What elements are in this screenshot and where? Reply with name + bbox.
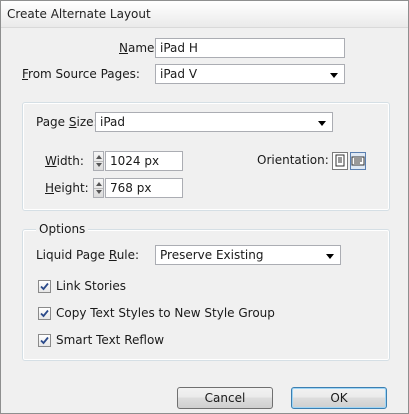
copy-text-styles-checkbox[interactable] <box>38 307 51 320</box>
stepper-divider <box>94 161 103 162</box>
create-alternate-layout-dialog: Create Alternate Layout Name: iPad H Fro… <box>0 0 409 414</box>
liquid-page-rule-value: Preserve Existing <box>160 248 264 262</box>
chevron-down-icon <box>326 254 334 259</box>
height-input[interactable]: 768 px <box>105 178 183 198</box>
link-stories-label[interactable]: Link Stories <box>56 279 126 293</box>
orientation-label: Orientation: <box>257 153 329 167</box>
dialog-title: Create Alternate Layout <box>7 7 151 21</box>
name-input[interactable]: iPad H <box>155 38 345 58</box>
cancel-button[interactable]: Cancel <box>177 387 273 409</box>
link-stories-checkbox[interactable] <box>38 280 51 293</box>
portrait-icon <box>335 154 345 167</box>
landscape-button[interactable] <box>350 152 366 170</box>
width-stepper[interactable] <box>93 151 104 171</box>
copy-text-styles-label[interactable]: Copy Text Styles to New Style Group <box>56 306 275 320</box>
checkmark-icon <box>40 336 49 345</box>
landscape-icon <box>351 156 365 166</box>
checkmark-icon <box>40 309 49 318</box>
page-size-select[interactable]: iPad <box>95 112 333 132</box>
ok-button[interactable]: OK <box>291 387 387 409</box>
page-size-value: iPad <box>100 115 126 129</box>
height-label: Height: <box>45 181 89 195</box>
title-bar[interactable]: Create Alternate Layout <box>1 1 408 28</box>
stepper-up-icon <box>96 182 102 186</box>
chevron-down-icon <box>330 73 338 78</box>
smart-text-reflow-label[interactable]: Smart Text Reflow <box>56 333 164 347</box>
stepper-down-icon <box>96 163 102 167</box>
page-size-label: Page Size: <box>36 115 98 129</box>
width-label: Width: <box>45 154 84 168</box>
source-pages-select[interactable]: iPad V <box>155 64 345 84</box>
source-pages-value: iPad V <box>160 67 198 81</box>
liquid-page-rule-select[interactable]: Preserve Existing <box>155 245 341 265</box>
liquid-page-rule-label: Liquid Page Rule: <box>36 248 140 262</box>
portrait-button[interactable] <box>332 152 348 170</box>
checkmark-icon <box>40 282 49 291</box>
width-input[interactable]: 1024 px <box>105 151 183 171</box>
options-legend: Options <box>36 222 89 236</box>
name-label: Name: <box>119 41 159 55</box>
chevron-down-icon <box>318 121 326 126</box>
source-pages-label: From Source Pages: <box>22 67 140 81</box>
stepper-down-icon <box>96 190 102 194</box>
smart-text-reflow-checkbox[interactable] <box>38 334 51 347</box>
height-stepper[interactable] <box>93 178 104 198</box>
stepper-up-icon <box>96 155 102 159</box>
stepper-divider <box>94 188 103 189</box>
